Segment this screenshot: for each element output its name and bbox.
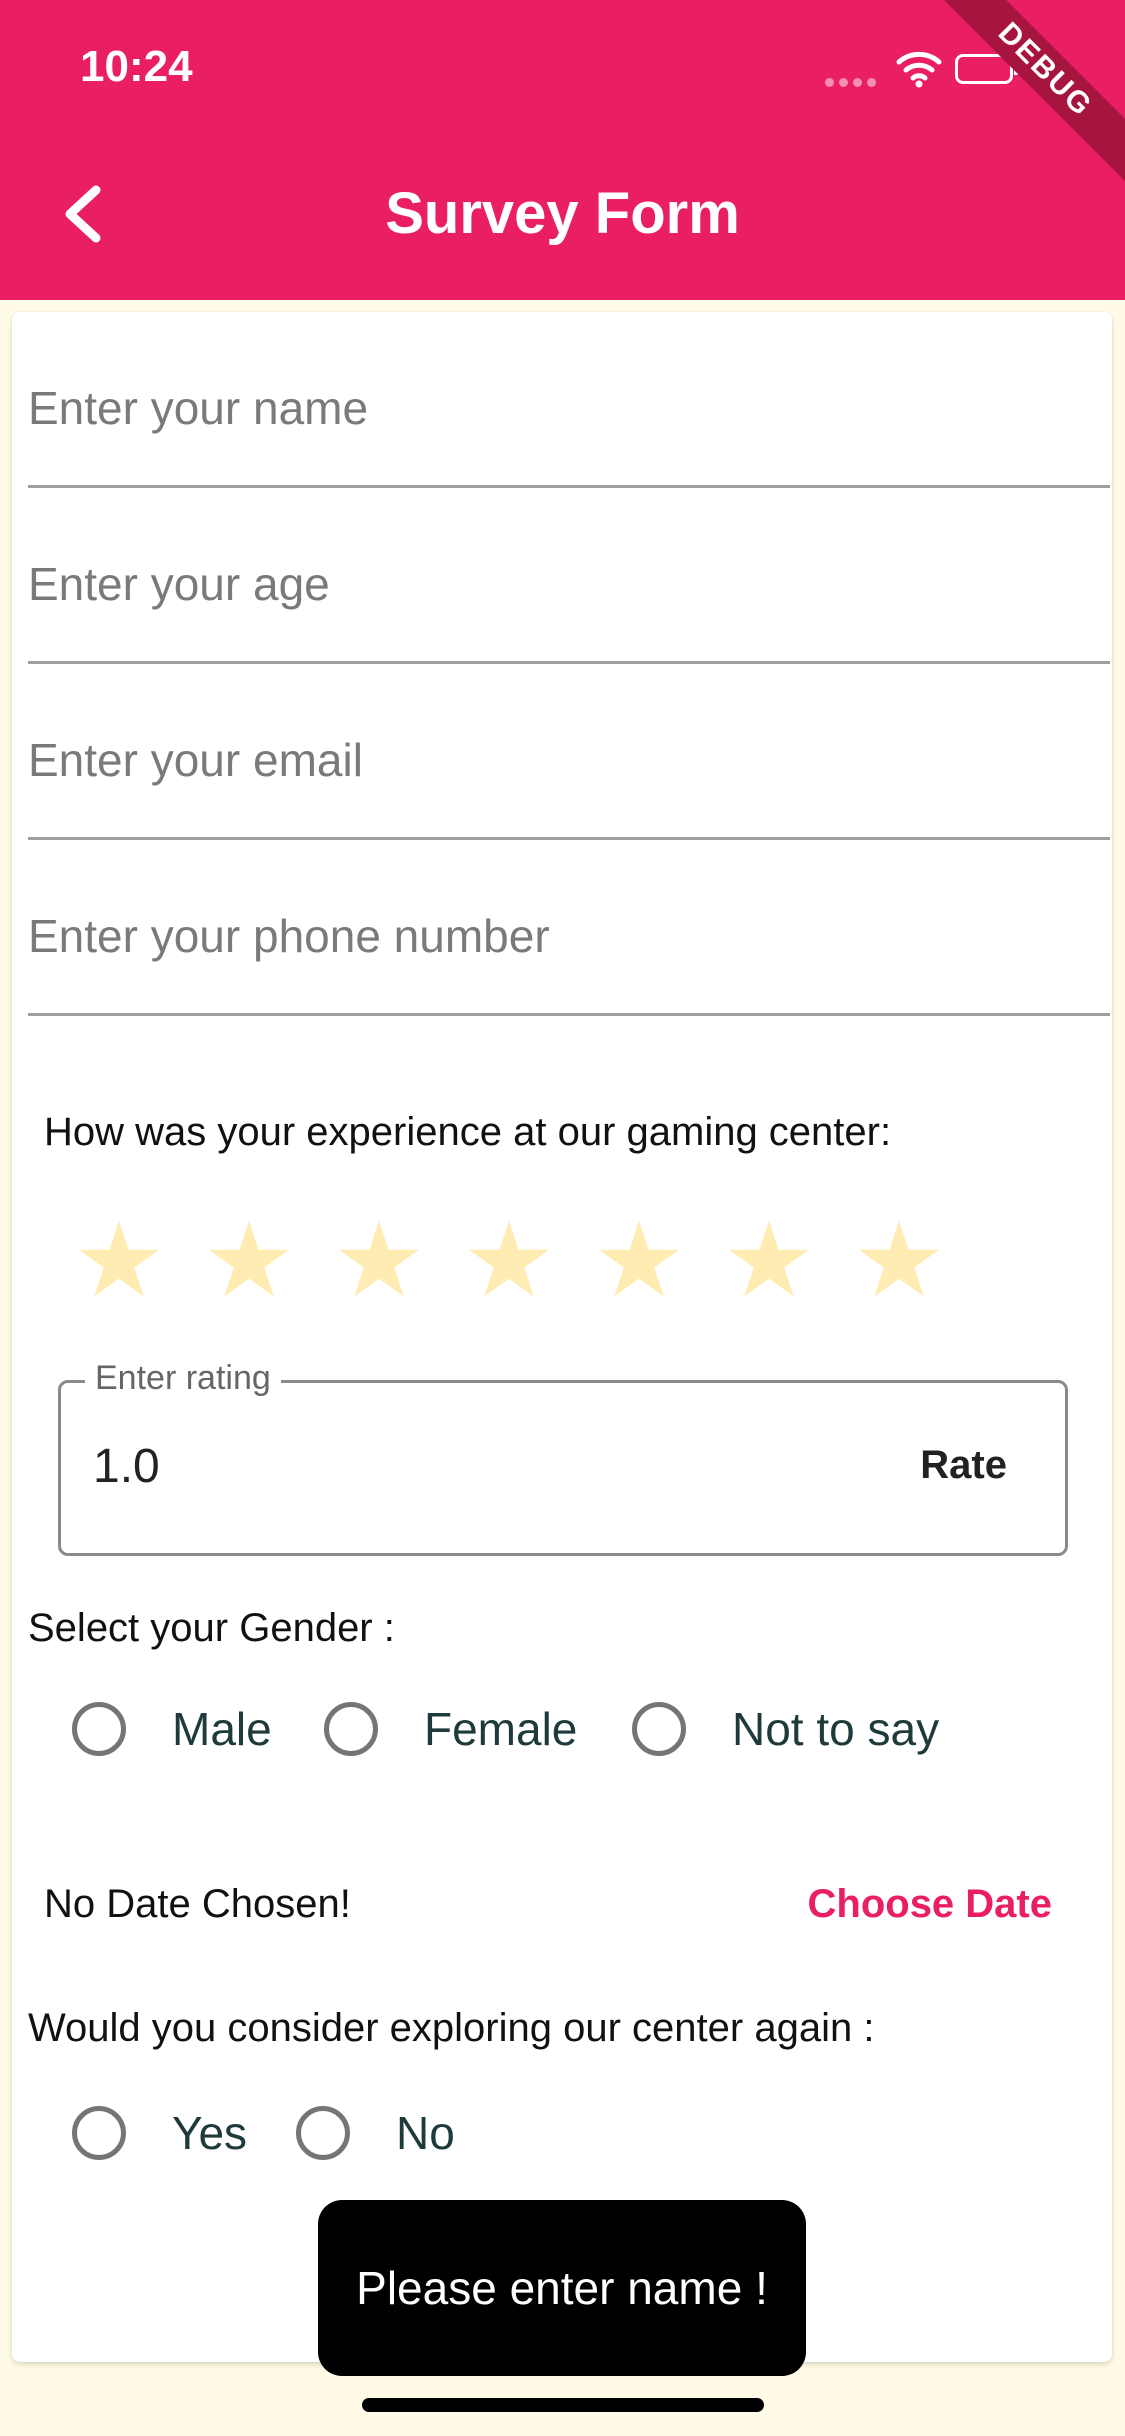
star-icon[interactable]: ★ <box>584 1206 694 1316</box>
gender-male-label[interactable]: Male <box>172 1702 272 1756</box>
status-time: 10:24 <box>80 42 193 91</box>
revisit-yes-radio[interactable] <box>72 2106 126 2160</box>
email-field-container <box>28 664 1110 840</box>
rate-button[interactable]: Rate <box>908 1435 1019 1496</box>
app-bar: 10:24 DEBUG Survey Form <box>0 0 1125 300</box>
gender-radio-group: Male Female Not to say <box>72 1702 1072 1782</box>
age-field-container <box>28 488 1110 664</box>
date-status: No Date Chosen! <box>44 1882 351 1926</box>
page-title: Survey Form <box>385 181 740 246</box>
star-icon[interactable]: ★ <box>454 1206 564 1316</box>
gender-female-label[interactable]: Female <box>424 1702 577 1756</box>
signal-icon <box>825 74 885 87</box>
choose-date-button[interactable]: Choose Date <box>808 1882 1053 1927</box>
home-indicator[interactable] <box>362 2398 764 2412</box>
email-input[interactable] <box>28 733 1110 787</box>
star-icon[interactable]: ★ <box>324 1206 434 1316</box>
star-icon[interactable]: ★ <box>844 1206 954 1316</box>
gender-not-to-say-radio[interactable] <box>632 1702 686 1756</box>
gender-male-radio[interactable] <box>72 1702 126 1756</box>
star-icon[interactable]: ★ <box>714 1206 824 1316</box>
gender-question: Select your Gender : <box>28 1606 395 1650</box>
rating-input[interactable] <box>93 1439 793 1494</box>
gender-female-radio[interactable] <box>324 1702 378 1756</box>
gender-not-to-say-label[interactable]: Not to say <box>732 1702 939 1756</box>
star-icon[interactable]: ★ <box>194 1206 304 1316</box>
revisit-yes-label[interactable]: Yes <box>172 2106 247 2160</box>
revisit-radio-group: Yes No <box>72 2106 672 2186</box>
date-row: No Date Chosen! Choose Date <box>12 1872 1112 1952</box>
rating-field: Enter rating Rate <box>58 1359 1068 1556</box>
toast-message: Please enter name ! <box>318 2200 806 2376</box>
rating-label: Enter rating <box>85 1359 281 1398</box>
revisit-question: Would you consider exploring our center … <box>28 2006 875 2050</box>
name-input[interactable] <box>28 381 1110 435</box>
wifi-icon <box>896 51 942 88</box>
survey-card: How was your experience at our gaming ce… <box>12 312 1112 2362</box>
name-field-container <box>28 312 1110 488</box>
star-icon[interactable]: ★ <box>64 1206 174 1316</box>
revisit-no-radio[interactable] <box>296 2106 350 2160</box>
age-input[interactable] <box>28 557 1110 611</box>
experience-question: How was your experience at our gaming ce… <box>44 1110 892 1154</box>
phone-field-container <box>28 840 1110 1016</box>
revisit-no-label[interactable]: No <box>396 2106 455 2160</box>
phone-input[interactable] <box>28 909 1110 963</box>
